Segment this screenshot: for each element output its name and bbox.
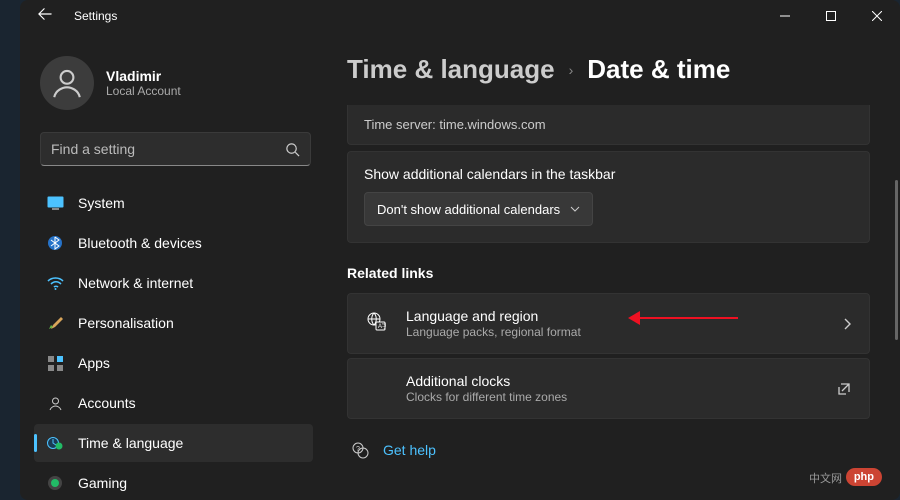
nav-time-language[interactable]: Time & language [34,424,313,462]
language-region-link[interactable]: A字 Language and region Language packs, r… [347,293,870,354]
scrollbar-thumb[interactable] [895,180,898,340]
search-input[interactable] [51,141,285,157]
nav-label: Apps [78,355,110,371]
link-title: Additional clocks [406,373,837,389]
nav-system[interactable]: System [34,184,313,222]
link-sub: Language packs, regional format [406,325,843,339]
chevron-right-icon [843,318,851,330]
close-button[interactable] [854,0,900,32]
minimize-button[interactable] [762,0,808,32]
nav-list: System Bluetooth & devices Network & int… [34,184,317,500]
breadcrumb: Time & language › Date & time [347,54,870,85]
additional-clocks-link[interactable]: Additional clocks Clocks for different t… [347,358,870,419]
watermark-badge: php [846,468,882,486]
globe-language-icon: A字 [366,311,388,336]
wifi-icon [46,274,64,292]
account-icon [46,394,64,412]
scrollbar[interactable] [895,40,898,490]
breadcrumb-current: Date & time [587,54,730,85]
nav-label: Bluetooth & devices [78,235,202,251]
back-button[interactable] [38,7,52,26]
profile-sub: Local Account [106,84,181,98]
link-title: Language and region [406,308,843,324]
nav-label: System [78,195,125,211]
gaming-icon [46,474,64,492]
calendars-card: Show additional calendars in the taskbar… [347,151,870,243]
maximize-button[interactable] [808,0,854,32]
clock-globe-icon [46,434,64,452]
maximize-icon [826,11,836,21]
get-help-link[interactable]: Get help [383,442,436,458]
search-box[interactable] [40,132,311,166]
sidebar: Vladimir Local Account System Bluetooth … [20,32,325,500]
titlebar: Settings [20,0,900,32]
settings-window: Settings Vladimir Local Account [20,0,900,500]
link-sub: Clocks for different time zones [406,390,837,404]
open-external-icon [837,382,851,396]
calendars-title: Show additional calendars in the taskbar [348,152,869,182]
breadcrumb-parent[interactable]: Time & language [347,54,555,85]
time-server-text: Time server: time.windows.com [364,117,546,132]
related-links-label: Related links [347,265,870,281]
nav-network[interactable]: Network & internet [34,264,313,302]
avatar [40,56,94,110]
svg-text:?: ? [356,446,360,453]
search-icon [285,142,300,157]
calendars-dropdown[interactable]: Don't show additional calendars [364,192,593,226]
close-icon [872,11,882,21]
chevron-right-icon: › [569,62,574,78]
nav-label: Network & internet [78,275,193,291]
svg-text:A字: A字 [378,322,386,330]
apps-icon [46,354,64,372]
brush-icon [46,314,64,332]
window-title: Settings [74,9,117,23]
nav-accounts[interactable]: Accounts [34,384,313,422]
time-server-card: Time server: time.windows.com [347,105,870,145]
bluetooth-icon [46,234,64,252]
main-content: Time & language › Date & time Time serve… [325,32,900,500]
person-icon [50,66,84,100]
help-row: ? Get help [347,423,870,477]
help-icon: ? [351,441,369,459]
display-icon [46,194,64,212]
chevron-down-icon [570,206,580,212]
nav-label: Accounts [78,395,136,411]
profile-block[interactable]: Vladimir Local Account [34,50,317,128]
nav-apps[interactable]: Apps [34,344,313,382]
nav-label: Gaming [78,475,127,491]
nav-label: Time & language [78,435,183,451]
arrow-left-icon [38,7,52,21]
watermark-cn: 中文网 [809,470,842,486]
minimize-icon [780,11,790,21]
nav-bluetooth[interactable]: Bluetooth & devices [34,224,313,262]
nav-label: Personalisation [78,315,174,331]
nav-gaming[interactable]: Gaming [34,464,313,500]
nav-personalisation[interactable]: Personalisation [34,304,313,342]
dropdown-value: Don't show additional calendars [377,202,560,217]
profile-name: Vladimir [106,68,181,84]
